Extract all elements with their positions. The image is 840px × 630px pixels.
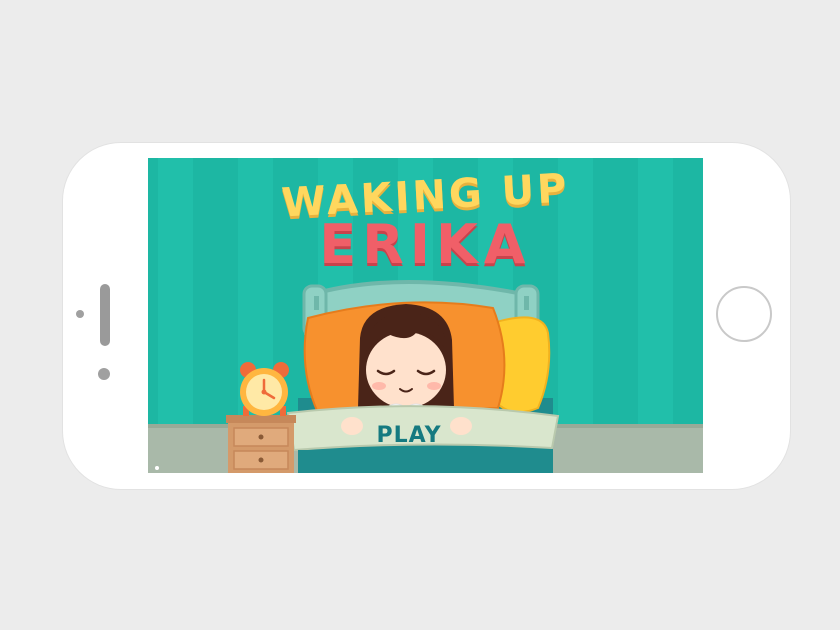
play-button[interactable]: PLAY [364, 423, 454, 448]
home-button-icon[interactable] [716, 286, 772, 342]
side-speaker [100, 284, 110, 346]
sensor-dot [76, 310, 84, 318]
nightstand [226, 415, 296, 473]
camera-dot [98, 368, 110, 380]
alarm-clock-icon [240, 362, 289, 416]
bed-base [298, 450, 553, 473]
girl-erika [358, 304, 454, 422]
indicator-dot [155, 466, 159, 470]
left-hand [341, 417, 363, 435]
game-title-line2: ERIKA [319, 213, 532, 276]
game-screen: WAKING UP ERIKA PLAY [148, 158, 703, 473]
